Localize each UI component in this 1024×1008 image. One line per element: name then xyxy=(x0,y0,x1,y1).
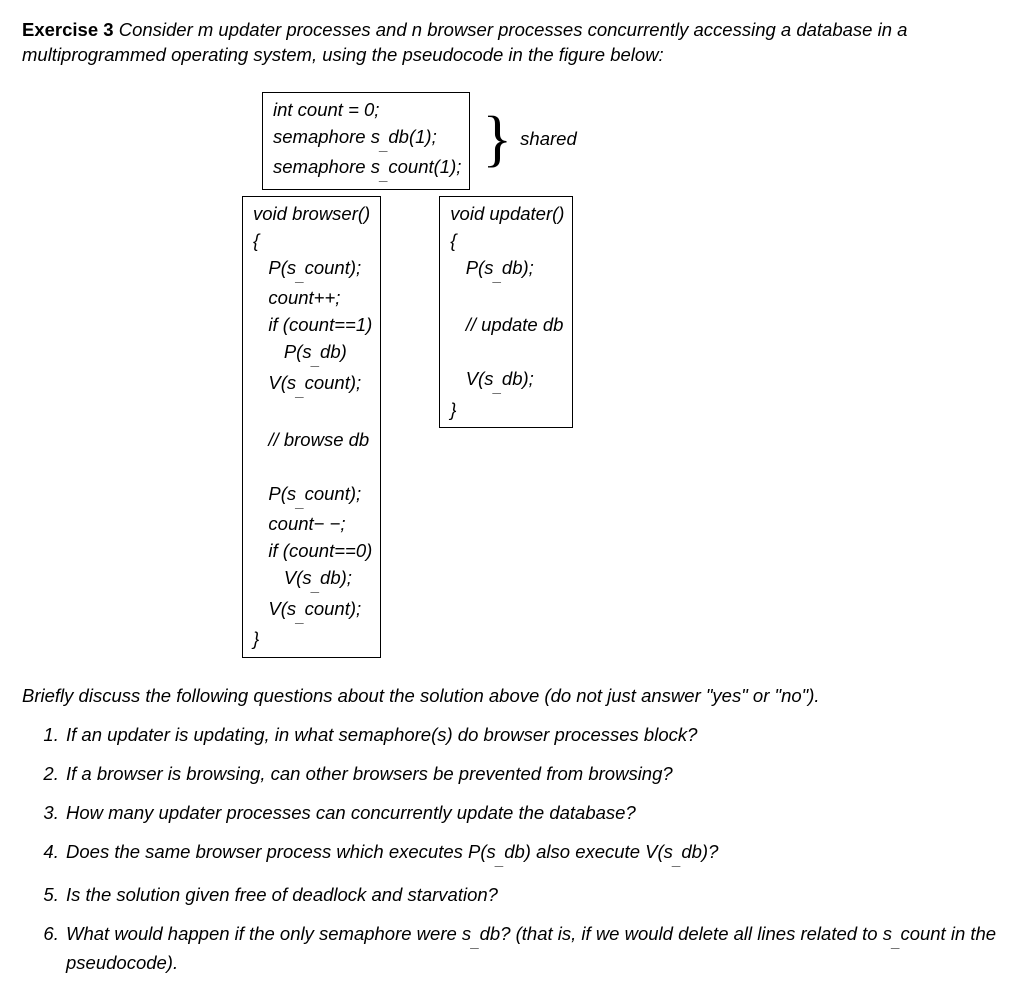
question-item: Does the same browser process which exec… xyxy=(64,840,1002,869)
procedures-row: void browser() { P(s_count); count++; if… xyxy=(262,196,1002,658)
shared-label: shared xyxy=(520,127,577,152)
updater-code-box: void updater() { P(s_db); // update db V… xyxy=(439,196,573,428)
exercise-heading: Exercise 3 Consider m updater processes … xyxy=(22,18,1002,68)
question-item: If an updater is updating, in what semap… xyxy=(64,723,1002,748)
shared-row: int count = 0; semaphore s_db(1); semaph… xyxy=(262,92,1002,190)
questions-list: If an updater is updating, in what semap… xyxy=(42,723,1002,976)
exercise-label: Exercise 3 xyxy=(22,19,114,40)
figure-area: int count = 0; semaphore s_db(1); semaph… xyxy=(262,92,1002,658)
question-item: How many updater processes can concurren… xyxy=(64,801,1002,826)
brace-icon: } xyxy=(482,108,512,170)
shared-declarations-box: int count = 0; semaphore s_db(1); semaph… xyxy=(262,92,470,190)
question-item: What would happen if the only semaphore … xyxy=(64,922,1002,976)
discussion-prompt: Briefly discuss the following questions … xyxy=(22,684,1002,709)
exercise-intro: Consider m updater processes and n brows… xyxy=(22,19,907,65)
question-item: If a browser is browsing, can other brow… xyxy=(64,762,1002,787)
browser-code-box: void browser() { P(s_count); count++; if… xyxy=(242,196,381,658)
question-item: Is the solution given free of deadlock a… xyxy=(64,883,1002,908)
